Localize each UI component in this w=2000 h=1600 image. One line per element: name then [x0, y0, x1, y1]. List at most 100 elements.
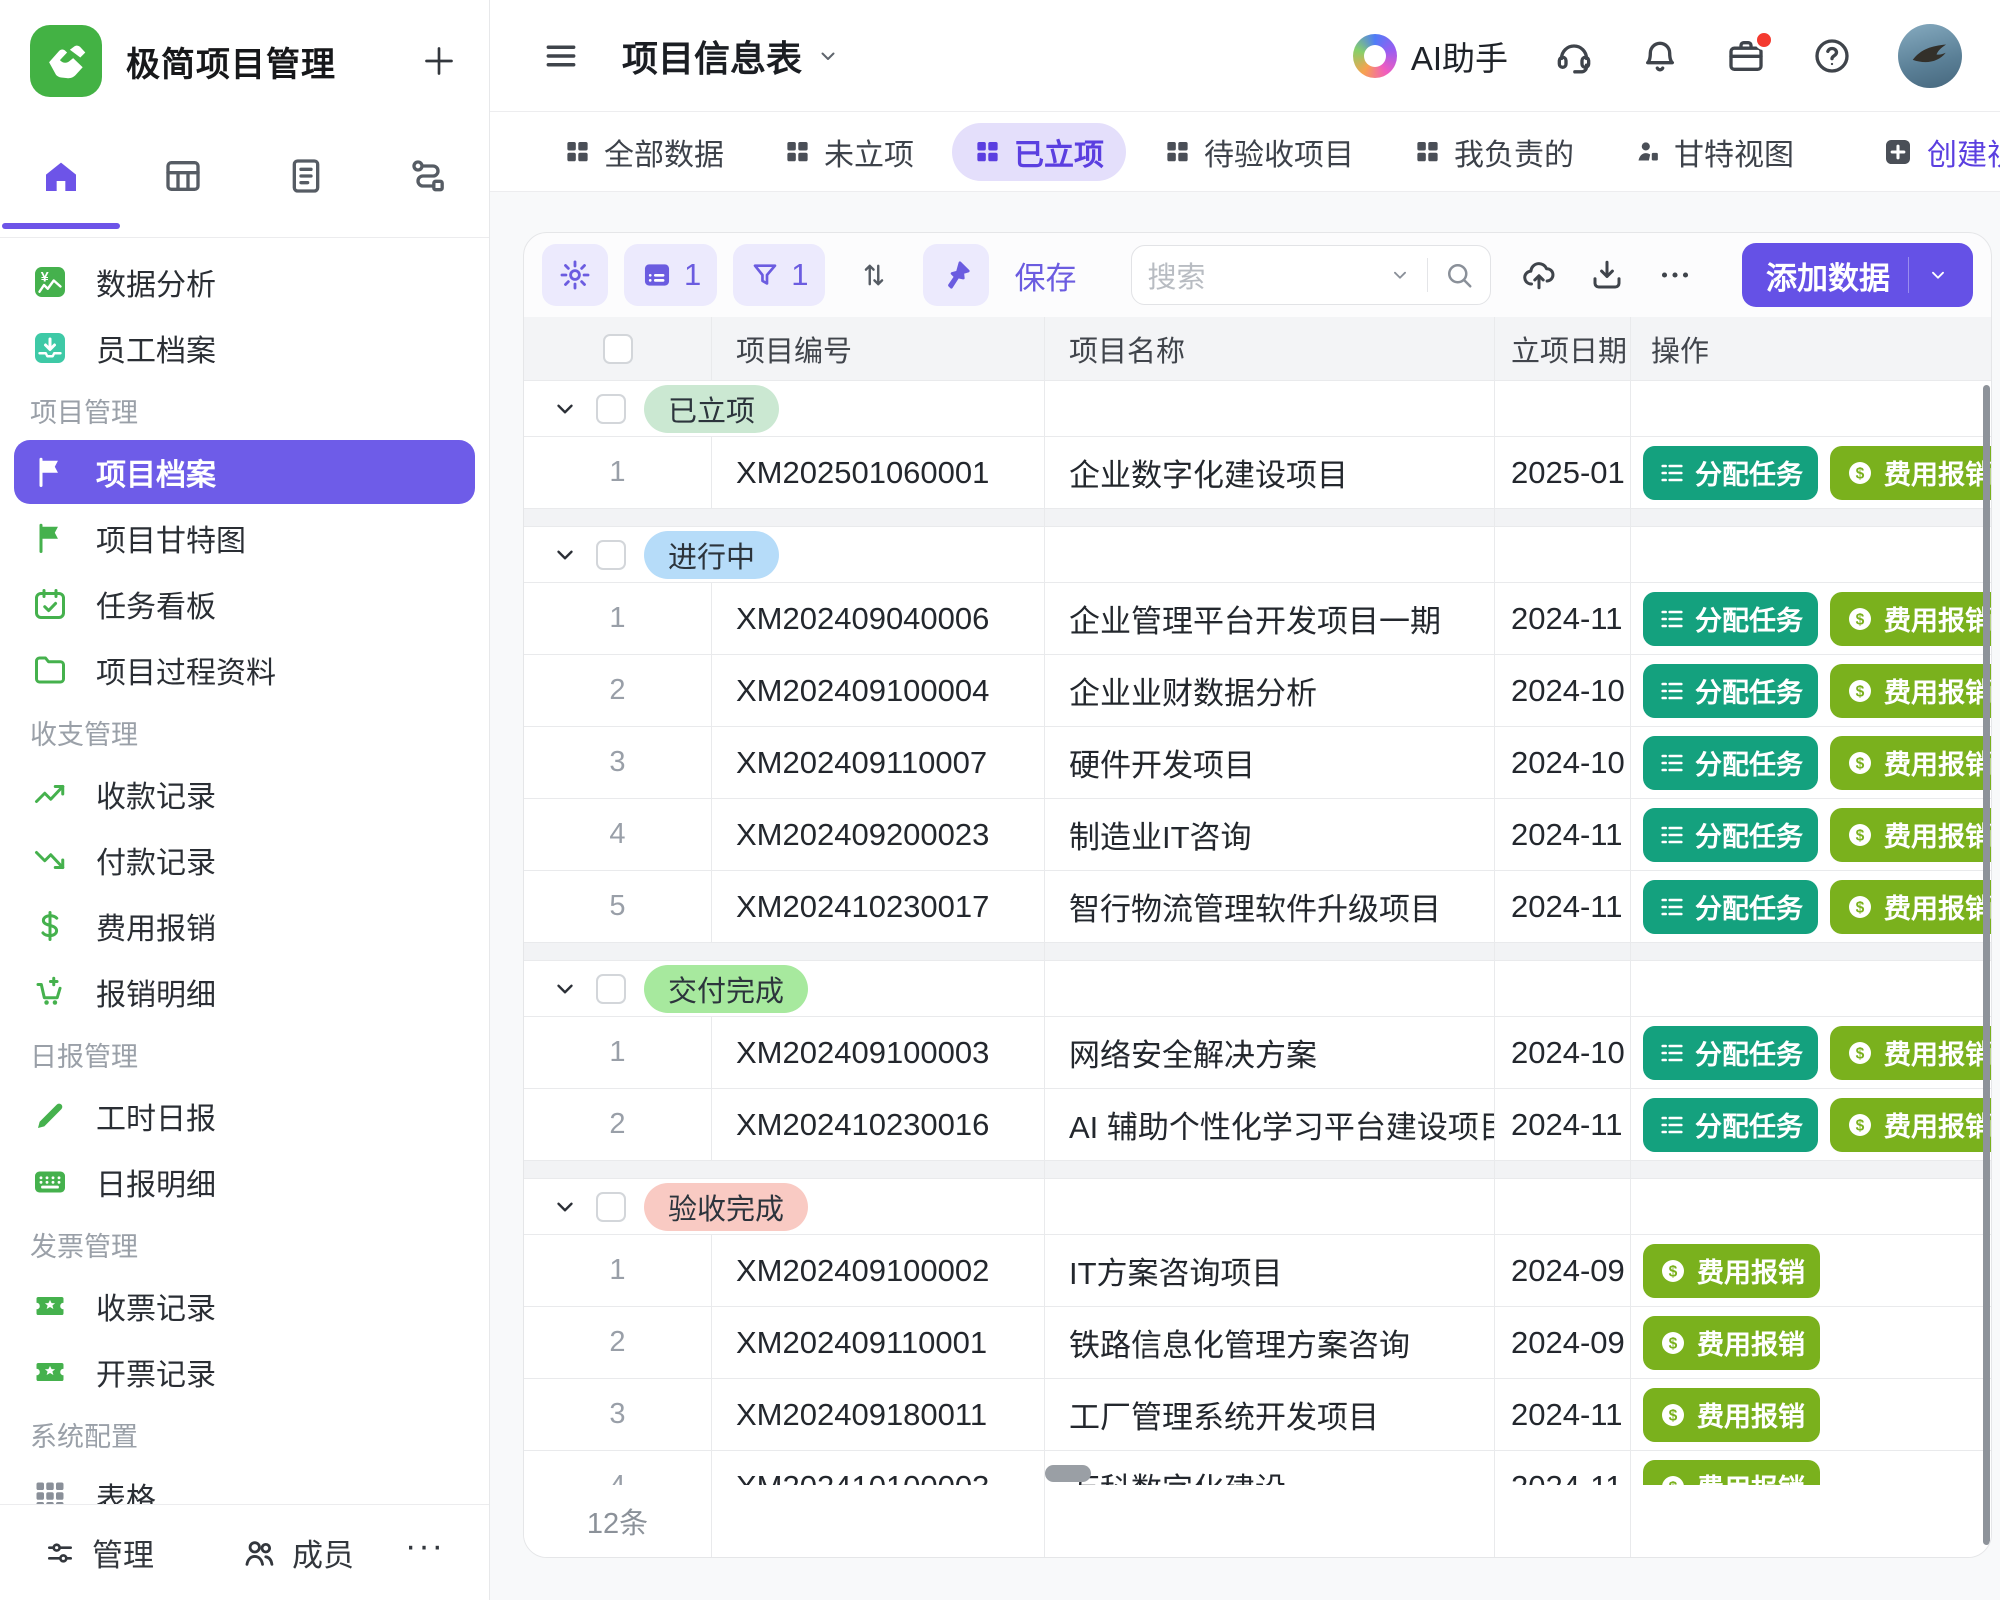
sidebar-item-费用报销[interactable]: 费用报销 — [14, 894, 475, 958]
project-code-cell[interactable]: XM202409110007 — [712, 727, 1045, 798]
ai-assistant-button[interactable]: AI助手 — [1353, 32, 1508, 80]
user-avatar[interactable] — [1898, 24, 1962, 88]
project-code-cell[interactable]: XM202409100003 — [712, 1017, 1045, 1088]
assign-task-button[interactable]: 分配任务 — [1643, 808, 1818, 862]
expense-claim-button[interactable]: $费用报销 — [1830, 808, 1991, 862]
view-tab-待验收项目[interactable]: 待验收项目 — [1142, 123, 1376, 181]
sidebar-item-付款记录[interactable]: 付款记录 — [14, 828, 475, 892]
table-row[interactable]: 1XM202409100003网络安全解决方案2024-10分配任务$费用报销 — [524, 1017, 1991, 1089]
import-button[interactable] — [1521, 257, 1557, 293]
expense-claim-button[interactable]: $费用报销 — [1830, 664, 1991, 718]
sidebar-tab-flow[interactable] — [367, 122, 489, 229]
project-date-cell[interactable]: 2024-09 — [1495, 1235, 1631, 1306]
table-row[interactable]: 2XM202410230016AI 辅助个性化学习平台建设项目2024-11分配… — [524, 1089, 1991, 1161]
project-code-cell[interactable]: XM202409110001 — [712, 1307, 1045, 1378]
group-checkbox[interactable] — [596, 974, 626, 1004]
table-row[interactable]: 5XM202410230017智行物流管理软件升级项目2024-11分配任务$费… — [524, 871, 1991, 943]
filter-button[interactable]: 1 — [733, 244, 824, 306]
project-code-cell[interactable]: XM202501060001 — [712, 437, 1045, 508]
expense-claim-button[interactable]: $费用报销 — [1830, 736, 1991, 790]
project-code-cell[interactable]: XM202409040006 — [712, 583, 1045, 654]
view-tab-全部数据[interactable]: 全部数据 — [542, 123, 746, 181]
table-row[interactable]: 3XM202409180011工厂管理系统开发项目2024-11$费用报销 — [524, 1379, 1991, 1451]
sidebar-item-工时日报[interactable]: 工时日报 — [14, 1084, 475, 1148]
sidebar-item-开票记录[interactable]: 开票记录 — [14, 1340, 475, 1404]
sidebar-item-日报明细[interactable]: 日报明细 — [14, 1150, 475, 1214]
vertical-scrollbar[interactable] — [1983, 385, 1990, 1545]
sidebar-more-button[interactable]: ··· — [405, 1527, 445, 1578]
project-date-cell[interactable]: 2024-11 — [1495, 1089, 1631, 1160]
sidebar-item-员工档案[interactable]: 员工档案 — [14, 316, 475, 380]
expense-claim-button[interactable]: $费用报销 — [1830, 1098, 1991, 1152]
expense-claim-button[interactable]: $费用报销 — [1643, 1316, 1820, 1370]
project-date-cell[interactable]: 2025-01 — [1495, 437, 1631, 508]
table-row[interactable]: 1XM202409040006企业管理平台开发项目一期2024-11分配任务$费… — [524, 583, 1991, 655]
project-date-cell[interactable]: 2024-11 — [1495, 1379, 1631, 1450]
table-row[interactable]: 3XM202409110007硬件开发项目2024-10分配任务$费用报销 — [524, 727, 1991, 799]
sidebar-item-报销明细[interactable]: 报销明细 — [14, 960, 475, 1024]
expense-claim-button[interactable]: $费用报销 — [1830, 446, 1991, 500]
column-header-name[interactable]: 项目名称 — [1045, 317, 1495, 380]
project-code-cell[interactable]: XM202409100004 — [712, 655, 1045, 726]
search-scope-caret-icon[interactable] — [1389, 264, 1411, 286]
project-date-cell[interactable]: 2024-11 — [1495, 1451, 1631, 1485]
project-code-cell[interactable]: XM202410100003 — [712, 1451, 1045, 1485]
sidebar-tab-home[interactable] — [0, 122, 122, 229]
project-code-cell[interactable]: XM202410230017 — [712, 871, 1045, 942]
project-code-cell[interactable]: XM202409180011 — [712, 1379, 1045, 1450]
save-view-button[interactable]: 保存 — [1005, 244, 1087, 306]
group-collapse-icon[interactable] — [552, 396, 578, 422]
project-date-cell[interactable]: 2024-11 — [1495, 871, 1631, 942]
add-data-button[interactable]: 添加数据 — [1742, 243, 1973, 307]
table-title-caret-icon[interactable] — [816, 44, 840, 68]
manage-button[interactable]: 管理 — [44, 1530, 154, 1575]
project-name-cell[interactable]: 制造业IT咨询 — [1045, 799, 1495, 870]
column-header-code[interactable]: 项目编号 — [712, 317, 1045, 380]
group-checkbox[interactable] — [596, 540, 626, 570]
sidebar-item-收款记录[interactable]: 收款记录 — [14, 762, 475, 826]
notifications-button[interactable] — [1640, 36, 1680, 76]
table-row[interactable]: 2XM202409100004企业业财数据分析2024-10分配任务$费用报销 — [524, 655, 1991, 727]
project-date-cell[interactable]: 2024-10 — [1495, 655, 1631, 726]
project-name-cell[interactable]: 智行物流管理软件升级项目 — [1045, 871, 1495, 942]
table-row[interactable]: 2XM202409110001铁路信息化管理方案咨询2024-09$费用报销 — [524, 1307, 1991, 1379]
table-row[interactable]: 4XM202410100003万科数字化建设2024-11$费用报销 — [524, 1451, 1991, 1485]
project-date-cell[interactable]: 2024-11 — [1495, 583, 1631, 654]
group-collapse-icon[interactable] — [552, 976, 578, 1002]
assign-task-button[interactable]: 分配任务 — [1643, 592, 1818, 646]
expense-claim-button[interactable]: $费用报销 — [1830, 1026, 1991, 1080]
project-name-cell[interactable]: 企业管理平台开发项目一期 — [1045, 583, 1495, 654]
sidebar-item-项目过程资料[interactable]: 项目过程资料 — [14, 638, 475, 702]
assign-task-button[interactable]: 分配任务 — [1643, 446, 1818, 500]
settings-button[interactable] — [542, 244, 608, 306]
assign-task-button[interactable]: 分配任务 — [1643, 1098, 1818, 1152]
project-name-cell[interactable]: 工厂管理系统开发项目 — [1045, 1379, 1495, 1450]
sidebar-tab-document[interactable] — [245, 122, 367, 229]
assign-task-button[interactable]: 分配任务 — [1643, 1026, 1818, 1080]
project-date-cell[interactable]: 2024-09 — [1495, 1307, 1631, 1378]
expense-claim-button[interactable]: $费用报销 — [1830, 592, 1991, 646]
members-button[interactable]: 成员 — [242, 1530, 354, 1575]
sidebar-item-项目甘特图[interactable]: 项目甘特图 — [14, 506, 475, 570]
project-name-cell[interactable]: AI 辅助个性化学习平台建设项目 — [1045, 1089, 1495, 1160]
field-config-button[interactable]: 1 — [624, 244, 717, 306]
horizontal-scrollbar[interactable] — [1045, 1465, 1091, 1482]
sidebar-item-项目档案[interactable]: 项目档案 — [14, 440, 475, 504]
view-tab-我负责的[interactable]: 我负责的 — [1392, 123, 1596, 181]
project-code-cell[interactable]: XM202409200023 — [712, 799, 1045, 870]
assign-task-button[interactable]: 分配任务 — [1643, 664, 1818, 718]
expense-claim-button[interactable]: $费用报销 — [1643, 1244, 1820, 1298]
support-headset-button[interactable] — [1554, 36, 1594, 76]
project-code-cell[interactable]: XM202409100002 — [712, 1235, 1045, 1306]
project-name-cell[interactable]: 网络安全解决方案 — [1045, 1017, 1495, 1088]
view-tab-未立项[interactable]: 未立项 — [762, 123, 936, 181]
view-tab-创建视图[interactable]: 创建视图 — [1860, 123, 2000, 181]
group-collapse-icon[interactable] — [552, 542, 578, 568]
group-checkbox[interactable] — [596, 394, 626, 424]
project-name-cell[interactable]: 硬件开发项目 — [1045, 727, 1495, 798]
table-row[interactable]: 1XM202501060001企业数字化建设项目2025-01分配任务$费用报销 — [524, 437, 1991, 509]
column-header-date[interactable]: 立项日期 — [1495, 317, 1631, 380]
search-icon[interactable] — [1444, 260, 1474, 290]
menu-toggle-button[interactable] — [542, 37, 580, 75]
group-collapse-icon[interactable] — [552, 1194, 578, 1220]
